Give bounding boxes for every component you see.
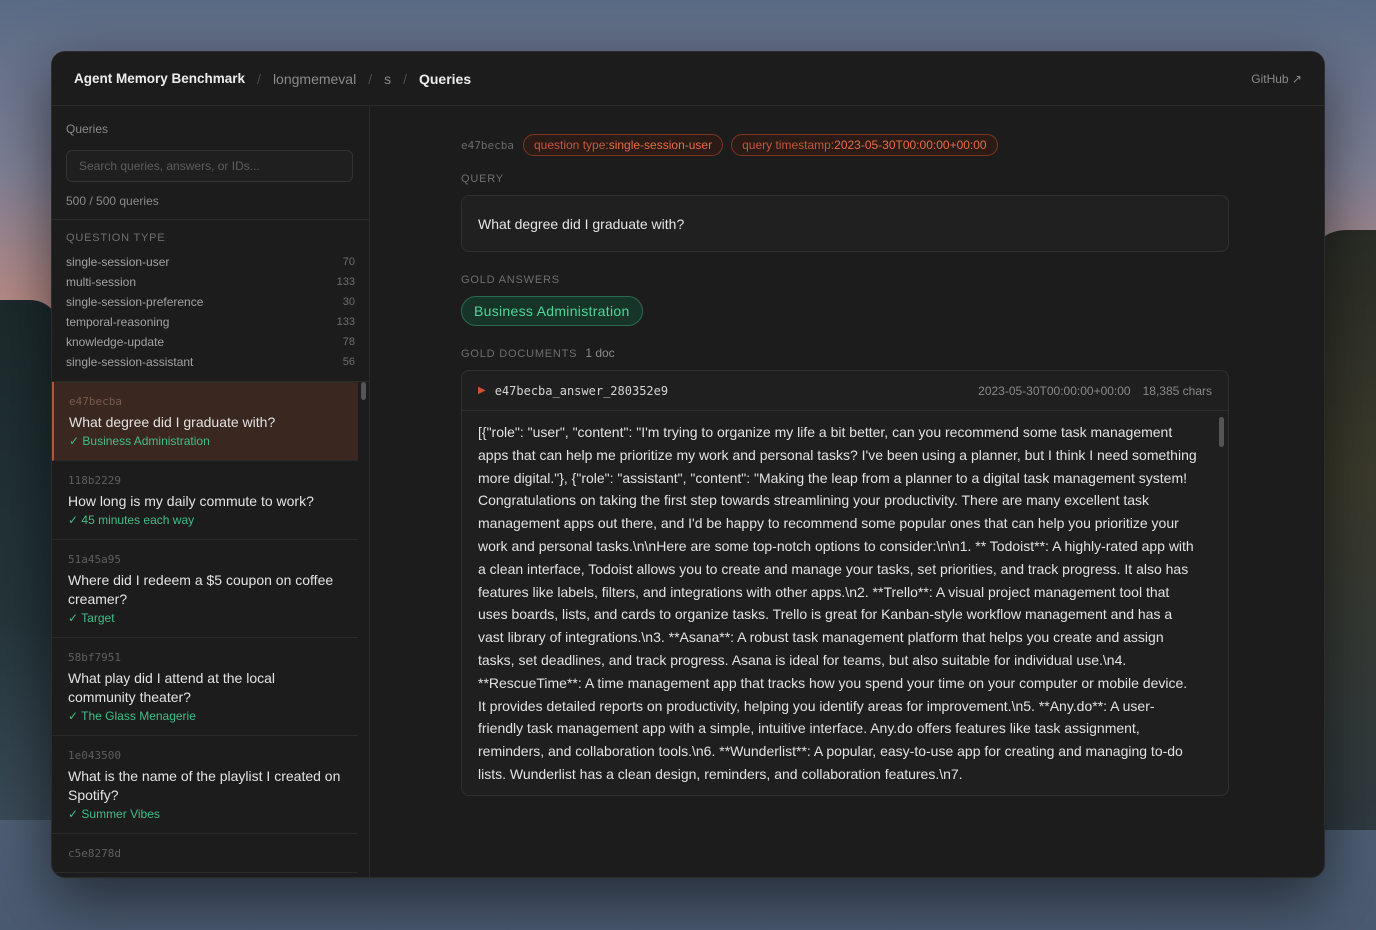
query-id: 1e043500 [68,749,121,762]
gold-answer-chip: Business Administration [461,296,643,326]
query-list-item[interactable]: 58bf7951 What play did I attend at the l… [52,638,358,736]
gold-document: ▶ e47becba_answer_280352e9 2023-05-30T00… [461,370,1229,796]
query-list-item[interactable]: c5e8278d [52,834,358,873]
question-type-tag: question type:single-session-user [522,134,724,156]
query-id: 58bf7951 [68,651,121,664]
question-type-name: temporal-reasoning [66,315,170,329]
detail-id: e47becba [461,138,514,152]
document-size: 18,385 chars [1142,383,1212,398]
question-type-item[interactable]: multi-session 133 [66,272,355,292]
gold-documents-label: Gold documents [461,348,578,360]
app-window: Agent Memory Benchmark / longmemeval / s… [51,51,1325,878]
sidebar: Queries 500 / 500 queries Question type … [52,106,370,877]
query-label: Query [461,173,504,185]
query-answer: ✓ Target [68,611,115,625]
query-question: What play did I attend at the local comm… [68,670,276,705]
search-field[interactable] [66,150,353,182]
query-list-item[interactable]: 118b2229 How long is my daily commute to… [52,461,358,540]
query-list: e47becba What degree did I graduate with… [52,382,369,873]
question-type-count: 56 [342,356,355,368]
github-link[interactable]: GitHub ↗ [1251,72,1302,86]
query-list-item[interactable]: 51a45a95 Where did I redeem a $5 coupon … [52,540,358,638]
breadcrumb-split[interactable]: s [384,71,391,87]
query-answer: ✓ Business Administration [69,434,210,448]
query-box: What degree did I graduate with? [461,195,1229,252]
question-type-count: 70 [342,256,355,268]
sidebar-title: Queries [66,122,109,136]
question-type-item[interactable]: temporal-reasoning 133 [66,312,355,332]
question-type-filter: Question type single-session-user 70 mult… [52,220,369,382]
query-list-item[interactable]: e47becba What degree did I graduate with… [52,382,358,461]
query-id: c5e8278d [68,847,121,860]
breadcrumb-current: Queries [418,70,472,87]
query-answer: ✓ Summer Vibes [68,807,160,821]
question-type-item[interactable]: single-session-user 70 [66,252,355,272]
query-detail: e47becba question type:single-session-us… [370,106,1324,877]
document-header[interactable]: ▶ e47becba_answer_280352e9 2023-05-30T00… [462,371,1228,411]
query-id: e47becba [69,395,122,408]
question-type-count: 133 [336,276,355,288]
tag-value: single-session-user [608,138,713,152]
sidebar-scrollbar[interactable] [361,382,366,400]
timestamp-tag: query timestamp:2023-05-30T00:00:00+00:0… [731,134,998,156]
document-meta: 2023-05-30T00:00:00+00:00 18,385 chars [978,384,1212,398]
search-input[interactable] [79,159,340,173]
brand-link[interactable]: Agent Memory Benchmark [74,71,245,86]
sidebar-header: Queries 500 / 500 queries [52,106,369,220]
expand-triangle-icon[interactable]: ▶ [478,385,486,396]
document-scrollbar[interactable] [1219,417,1224,447]
breadcrumb-dataset[interactable]: longmemeval [273,71,356,87]
document-content: [{"role": "user", "content": "I'm trying… [478,424,1197,782]
breadcrumb-separator: / [368,70,373,87]
gold-documents-count: 1 doc [585,346,615,360]
query-id: 51a45a95 [68,553,121,566]
query-question: What degree did I graduate with? [69,414,276,430]
query-list-item[interactable]: 1e043500 What is the name of the playlis… [52,736,358,834]
gold-answers-label: Gold answers [461,274,560,286]
question-type-name: single-session-assistant [66,355,194,369]
tag-key: query timestamp: [742,138,835,152]
query-answer: ✓ 45 minutes each way [68,513,195,527]
question-type-item[interactable]: single-session-preference 30 [66,292,355,312]
question-type-item[interactable]: single-session-assistant 56 [66,352,355,372]
gold-documents-header: Gold documents 1 doc [461,346,1324,360]
question-type-name: multi-session [66,275,137,289]
question-type-count: 30 [342,296,355,308]
query-question: How long is my daily commute to work? [68,493,314,509]
question-type-label: Question type [66,232,166,244]
query-id: 118b2229 [68,474,121,487]
query-tags: e47becba question type:single-session-us… [461,134,1324,156]
query-answer: ✓ The Glass Menagerie [68,709,196,723]
query-question: Where did I redeem a $5 coupon on coffee… [68,572,334,607]
document-timestamp: 2023-05-30T00:00:00+00:00 [978,383,1131,398]
question-type-count: 133 [336,316,355,328]
question-type-name: knowledge-update [66,335,165,349]
tag-key: question type: [533,138,609,152]
top-bar: Agent Memory Benchmark / longmemeval / s… [52,52,1324,106]
question-type-item[interactable]: knowledge-update 78 [66,332,355,352]
question-type-count: 78 [342,336,355,348]
question-type-name: single-session-preference [66,295,204,309]
question-type-name: single-session-user [66,255,170,269]
tag-value: 2023-05-30T00:00:00+00:00 [834,138,987,152]
breadcrumb-separator: / [257,70,261,87]
query-question: What is the name of the playlist I creat… [68,768,341,803]
breadcrumb-separator: / [403,70,407,87]
query-count: 500 / 500 queries [66,194,159,208]
document-name: e47becba_answer_280352e9 [494,383,669,398]
